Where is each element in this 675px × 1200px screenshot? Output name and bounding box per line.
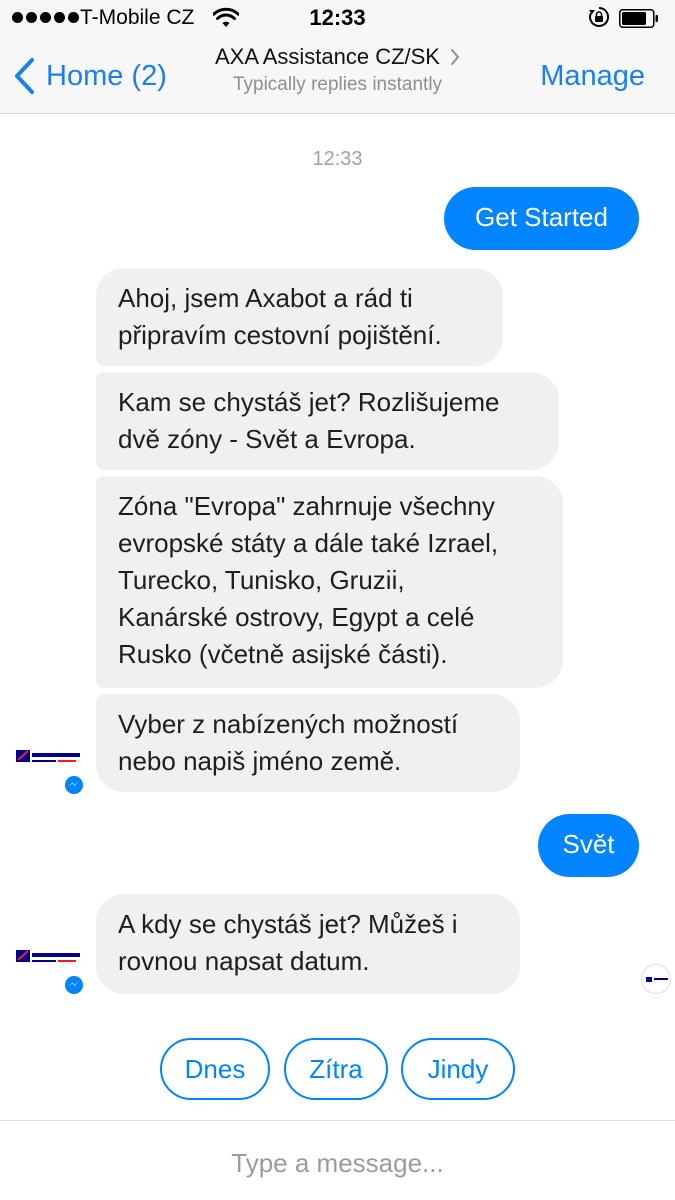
message-bubble-incoming[interactable]: Zóna "Evropa" zahrnuje všechny evropské …: [96, 476, 563, 688]
bot-avatar[interactable]: [14, 744, 85, 796]
messenger-badge-icon: [63, 974, 85, 996]
message-bubble-incoming[interactable]: Ahoj, jsem Axabot a rád ti připravím ces…: [96, 268, 503, 366]
manage-button[interactable]: Manage: [540, 60, 645, 93]
chevron-right-icon: [450, 49, 460, 65]
back-button[interactable]: Home (2): [12, 52, 167, 100]
navigation-bar: Home (2) AXA Assistance CZ/SK Typically …: [0, 38, 675, 114]
conversation-header[interactable]: AXA Assistance CZ/SK Typically replies i…: [170, 44, 505, 96]
axa-seen-logo-icon: [646, 977, 668, 982]
quick-replies: Dnes Zítra Jindy: [0, 1038, 675, 1100]
conversation-title-text: AXA Assistance CZ/SK: [215, 44, 440, 69]
quick-reply-dnes[interactable]: Dnes: [160, 1038, 270, 1100]
battery-icon: [619, 9, 658, 28]
message-bubble-incoming[interactable]: Kam se chystáš jet? Rozlišujeme dvě zóny…: [96, 372, 559, 470]
message-composer: [0, 1120, 675, 1200]
messenger-badge-icon: [63, 774, 85, 796]
bot-avatar[interactable]: [14, 944, 85, 996]
message-bubble-outgoing[interactable]: Svět: [538, 814, 639, 877]
messenger-screen: T-Mobile CZ 12:33 Home (2) AXA Assistanc…: [0, 0, 675, 1200]
message-bubble-incoming[interactable]: A kdy se chystáš jet? Můžeš i rovnou nap…: [96, 894, 520, 994]
conversation-subtitle: Typically replies instantly: [232, 74, 443, 95]
chevron-left-icon: [15, 58, 34, 94]
message-timestamp: 12:33: [312, 148, 363, 170]
message-bubble-outgoing[interactable]: Get Started: [444, 187, 639, 250]
message-bubble-incoming[interactable]: Vyber z nabízených možností nebo napiš j…: [96, 694, 520, 792]
conversation-title: AXA Assistance CZ/SK: [215, 44, 460, 70]
seen-indicator-avatar: [641, 964, 671, 994]
quick-reply-zitra[interactable]: Zítra: [284, 1038, 388, 1100]
quick-reply-jindy[interactable]: Jindy: [401, 1038, 515, 1100]
status-time: 12:33: [309, 5, 366, 30]
rotation-lock-icon: [589, 6, 610, 27]
status-bar: T-Mobile CZ 12:33: [0, 0, 675, 38]
back-label: Home (2): [46, 59, 167, 92]
message-input[interactable]: [0, 1141, 675, 1185]
message-list[interactable]: 12:33 Get Started Ahoj, jsem Axabot a rá…: [0, 114, 675, 1120]
